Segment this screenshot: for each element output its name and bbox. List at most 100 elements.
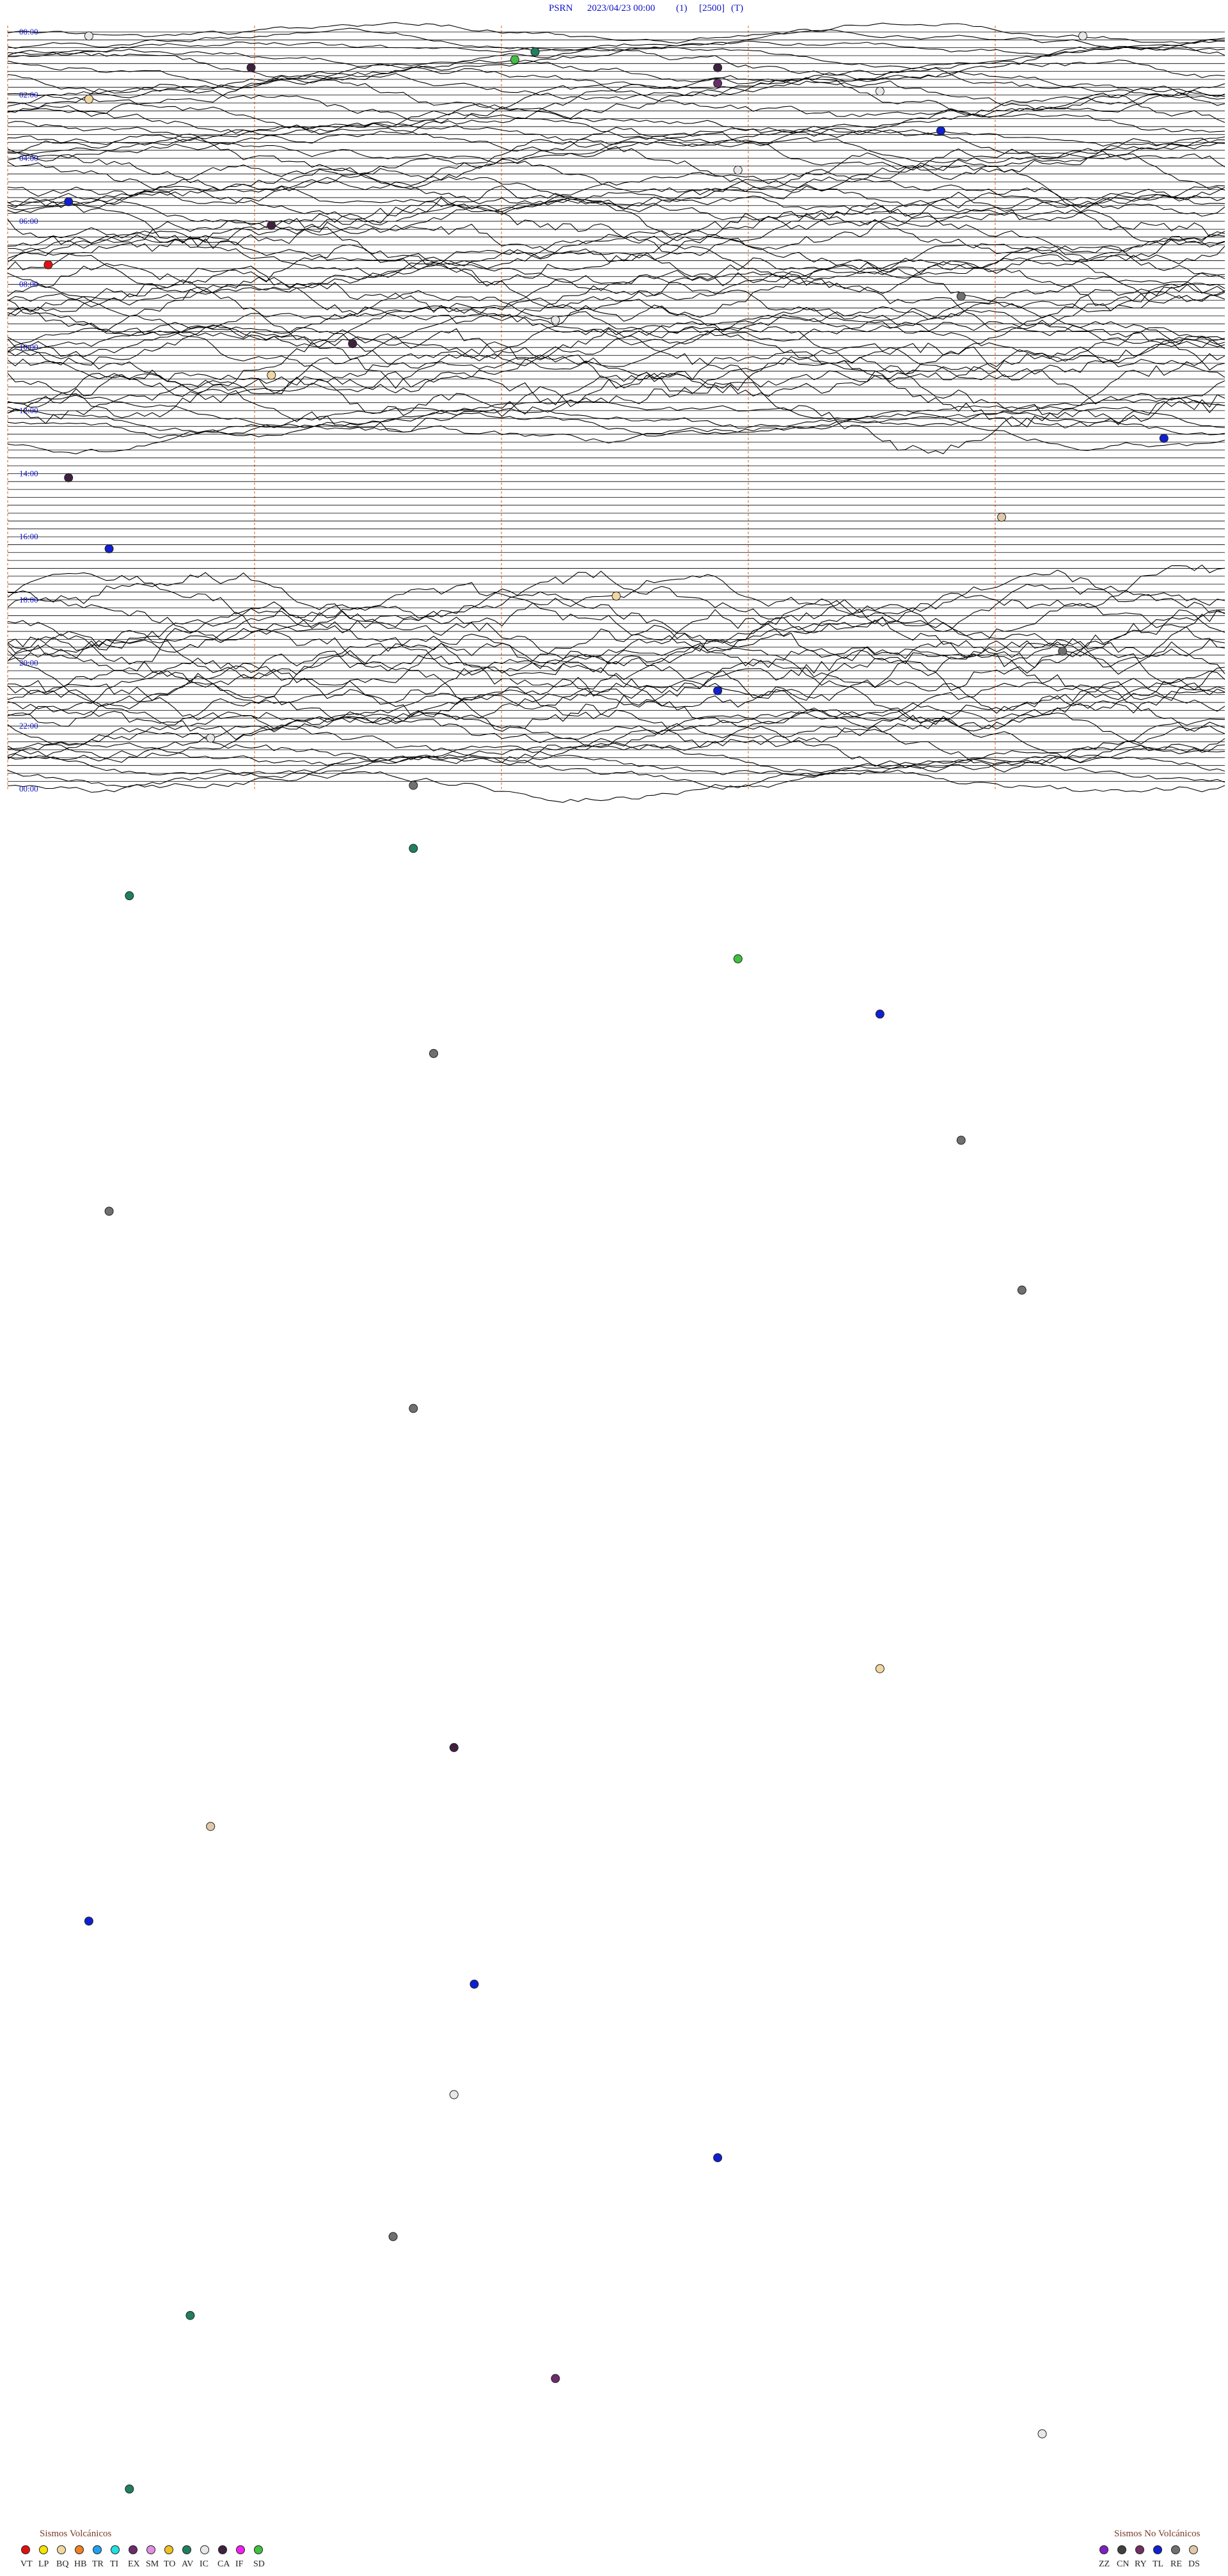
event-marker-tl <box>469 1979 479 1989</box>
legend-label-sd: SD <box>253 2559 265 2569</box>
event-marker-re <box>956 1135 966 1145</box>
event-marker-re <box>429 1048 438 1058</box>
legend-swatch-zz <box>1099 2545 1108 2554</box>
legend-label-tl: TL <box>1153 2559 1163 2569</box>
legend-label-lp: LP <box>38 2559 49 2569</box>
event-marker-ca <box>267 221 276 230</box>
event-marker-sd <box>733 954 743 963</box>
legend-label-ca: CA <box>217 2559 230 2569</box>
legend-label-cn: CN <box>1117 2559 1129 2569</box>
event-marker-ca <box>449 1742 459 1752</box>
event-marker-tl <box>84 1916 93 1926</box>
time-label: 00:00 <box>19 784 38 794</box>
legend-swatch-bq <box>57 2545 66 2554</box>
event-marker-bq <box>611 591 621 601</box>
event-marker-tl <box>713 2153 723 2163</box>
legend-label-hb: HB <box>74 2559 86 2569</box>
event-marker-tl <box>713 686 723 695</box>
event-marker-av <box>409 844 418 853</box>
legend-swatch-ry <box>1135 2545 1144 2554</box>
legend-swatch-if <box>236 2545 245 2554</box>
legend-swatch-tl <box>1153 2545 1162 2554</box>
legend-label-ti: TI <box>110 2559 119 2569</box>
legend-swatch-re <box>1171 2545 1180 2554</box>
event-marker-tl <box>1159 434 1169 443</box>
legend-swatch-lp <box>39 2545 48 2554</box>
legend-swatch-to <box>164 2545 173 2554</box>
event-marker-av <box>530 47 540 56</box>
legend-swatch-ds <box>1189 2545 1198 2554</box>
time-label: 10:00 <box>19 342 38 352</box>
event-marker-av <box>125 891 134 901</box>
legend-label-av: AV <box>182 2559 193 2569</box>
event-marker-ex <box>713 79 723 88</box>
legend-swatch-tr <box>93 2545 102 2554</box>
legend-label-zz: ZZ <box>1099 2559 1110 2569</box>
legend-swatch-ex <box>129 2545 138 2554</box>
time-label: 14:00 <box>19 468 38 478</box>
event-marker-ds <box>206 1822 216 1831</box>
header-station: PSRN <box>549 3 573 13</box>
legend-volcanic-title: Sismos Volcánicos <box>40 2529 112 2539</box>
header-channel: (1) <box>676 3 688 13</box>
event-marker-ic <box>875 86 885 96</box>
time-label: 08:00 <box>19 280 38 289</box>
event-marker-re <box>1017 1285 1027 1295</box>
event-marker-bq <box>84 95 93 104</box>
event-marker-ic <box>449 2090 459 2099</box>
time-label: 12:00 <box>19 406 38 415</box>
event-marker-re <box>409 780 418 790</box>
time-label: 18:00 <box>19 595 38 604</box>
legend-label-vt: VT <box>20 2559 33 2569</box>
time-label: 22:00 <box>19 721 38 731</box>
legend-label-ds: DS <box>1188 2559 1200 2569</box>
time-label: 16:00 <box>19 532 38 541</box>
time-label: 02:00 <box>19 90 38 100</box>
event-marker-ex <box>551 2374 560 2383</box>
event-marker-sd <box>510 55 519 65</box>
header-datetime: 2023/04/23 00:00 <box>587 3 655 13</box>
header-gain: [2500] <box>699 3 725 13</box>
legend-label-re: RE <box>1170 2559 1182 2569</box>
legend-swatch-ti <box>111 2545 120 2554</box>
legend-swatch-ic <box>200 2545 209 2554</box>
legend-label-ry: RY <box>1135 2559 1147 2569</box>
event-marker-ic <box>84 31 93 41</box>
event-marker-ca <box>64 473 74 482</box>
legend-label-sm: SM <box>146 2559 159 2569</box>
legend-label-ex: EX <box>128 2559 140 2569</box>
event-marker-ca <box>348 339 358 349</box>
legend-swatch-sd <box>254 2545 263 2554</box>
event-marker-tl <box>64 197 74 207</box>
legend-nonvolcanic-title: Sismos No Volcánicos <box>1114 2529 1200 2539</box>
legend-label-to: TO <box>164 2559 175 2569</box>
legend-label-if: IF <box>235 2559 244 2569</box>
time-label: 00:00 <box>19 27 38 36</box>
event-marker-tl <box>875 1009 885 1019</box>
event-marker-re <box>1058 647 1067 656</box>
event-marker-ca <box>713 63 723 72</box>
time-label: 06:00 <box>19 216 38 226</box>
header-mode: (T) <box>731 3 743 13</box>
event-marker-tl <box>936 126 945 136</box>
event-marker-ic <box>1078 31 1087 41</box>
legend-swatch-sm <box>146 2545 155 2554</box>
legend-swatch-cn <box>1117 2545 1126 2554</box>
event-marker-av <box>185 2311 195 2320</box>
legend-swatch-hb <box>75 2545 84 2554</box>
legend-swatch-av <box>182 2545 191 2554</box>
time-label: 20:00 <box>19 658 38 667</box>
legend-swatch-ca <box>218 2545 227 2554</box>
event-marker-re <box>956 292 966 301</box>
legend-label-bq: BQ <box>56 2559 68 2569</box>
event-marker-ca <box>246 63 256 72</box>
event-marker-tl <box>104 544 114 553</box>
event-marker-re <box>388 2232 398 2241</box>
event-marker-ic <box>1037 2429 1047 2438</box>
event-marker-re <box>409 1403 418 1413</box>
helicorder-chart: PSRN 2023/04/23 00:00 (1) [2500] (T) 00:… <box>0 0 1228 2576</box>
event-marker-av <box>125 2485 134 2493</box>
event-marker-ic <box>206 733 216 743</box>
event-marker-bq <box>875 1664 885 1673</box>
event-marker-ic <box>551 315 560 325</box>
